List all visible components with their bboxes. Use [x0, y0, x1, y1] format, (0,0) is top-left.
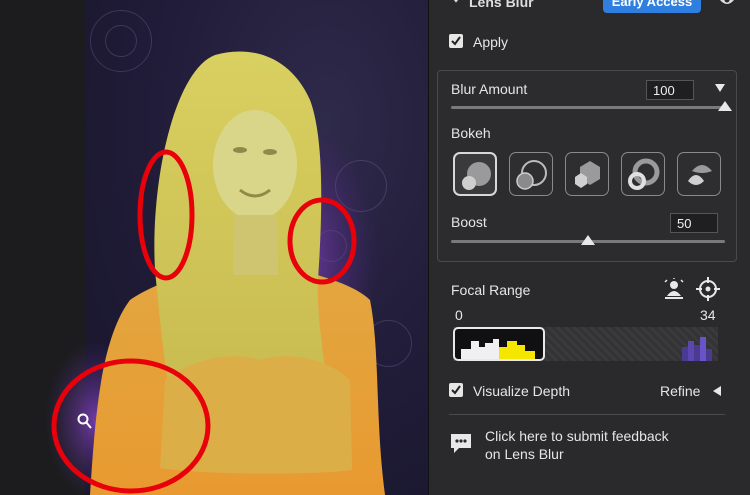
depth-overlay-graphic: [45, 51, 385, 495]
crosshair-icon[interactable]: [696, 277, 720, 301]
apply-label: Apply: [473, 34, 509, 50]
focal-range-selection[interactable]: [453, 327, 545, 361]
bokeh-circle-button[interactable]: [453, 152, 497, 196]
feedback-link-line-1[interactable]: Click here to submit feedback: [485, 428, 669, 444]
chevron-down-icon[interactable]: [451, 0, 461, 4]
eye-icon[interactable]: [719, 0, 735, 6]
blur-amount-input[interactable]: 100: [646, 80, 694, 100]
panel-title: Lens Blur: [469, 0, 534, 10]
visualize-depth-label: Visualize Depth: [473, 383, 571, 399]
bokeh-label: Bokeh: [451, 125, 491, 141]
bokeh-ring-button[interactable]: [509, 152, 553, 196]
bokeh-ring-icon: [516, 160, 547, 190]
focal-max-label: 34: [700, 307, 716, 323]
dropdown-triangle-icon[interactable]: [714, 83, 726, 93]
blur-settings-box: Blur Amount 100 Bokeh Boost 50: [437, 70, 737, 262]
chevron-left-icon[interactable]: [712, 385, 722, 397]
bokeh-cat-eye-button[interactable]: [677, 152, 721, 196]
focal-range-label: Focal Range: [451, 282, 531, 298]
focal-range-histogram[interactable]: [453, 327, 718, 361]
feedback-icon[interactable]: [449, 432, 473, 456]
bokeh-circle-icon: [462, 162, 491, 190]
bokeh-hexagon-icon: [575, 161, 600, 188]
bokeh-hexagon-button[interactable]: [565, 152, 609, 196]
focal-min-label: 0: [455, 307, 463, 323]
lens-blur-panel: Lens Blur Early Access Apply Blur Amount…: [428, 0, 750, 495]
early-access-badge[interactable]: Early Access: [603, 0, 701, 13]
apply-checkbox[interactable]: [449, 34, 463, 48]
refine-button[interactable]: Refine: [660, 383, 700, 399]
checkmark-icon: [451, 36, 461, 46]
visualize-depth-checkbox[interactable]: [449, 383, 463, 397]
blur-amount-slider-thumb[interactable]: [718, 101, 732, 111]
divider: [449, 414, 725, 415]
boost-input[interactable]: 50: [670, 213, 718, 233]
depth-histogram-graphic: [461, 339, 535, 359]
blur-amount-slider-track[interactable]: [451, 106, 725, 109]
blur-amount-label: Blur Amount: [451, 81, 528, 97]
bokeh-donut-icon: [628, 158, 660, 190]
bokeh-cat-eye-icon: [688, 165, 712, 185]
feedback-link-line-2[interactable]: on Lens Blur: [485, 446, 564, 462]
person-focus-icon[interactable]: [663, 278, 685, 300]
boost-label: Boost: [451, 214, 487, 230]
checkmark-icon: [451, 385, 461, 395]
image-canvas[interactable]: [0, 0, 428, 495]
bokeh-donut-button[interactable]: [621, 152, 665, 196]
far-depth-histogram: [682, 337, 712, 361]
boost-slider-thumb[interactable]: [581, 235, 595, 245]
